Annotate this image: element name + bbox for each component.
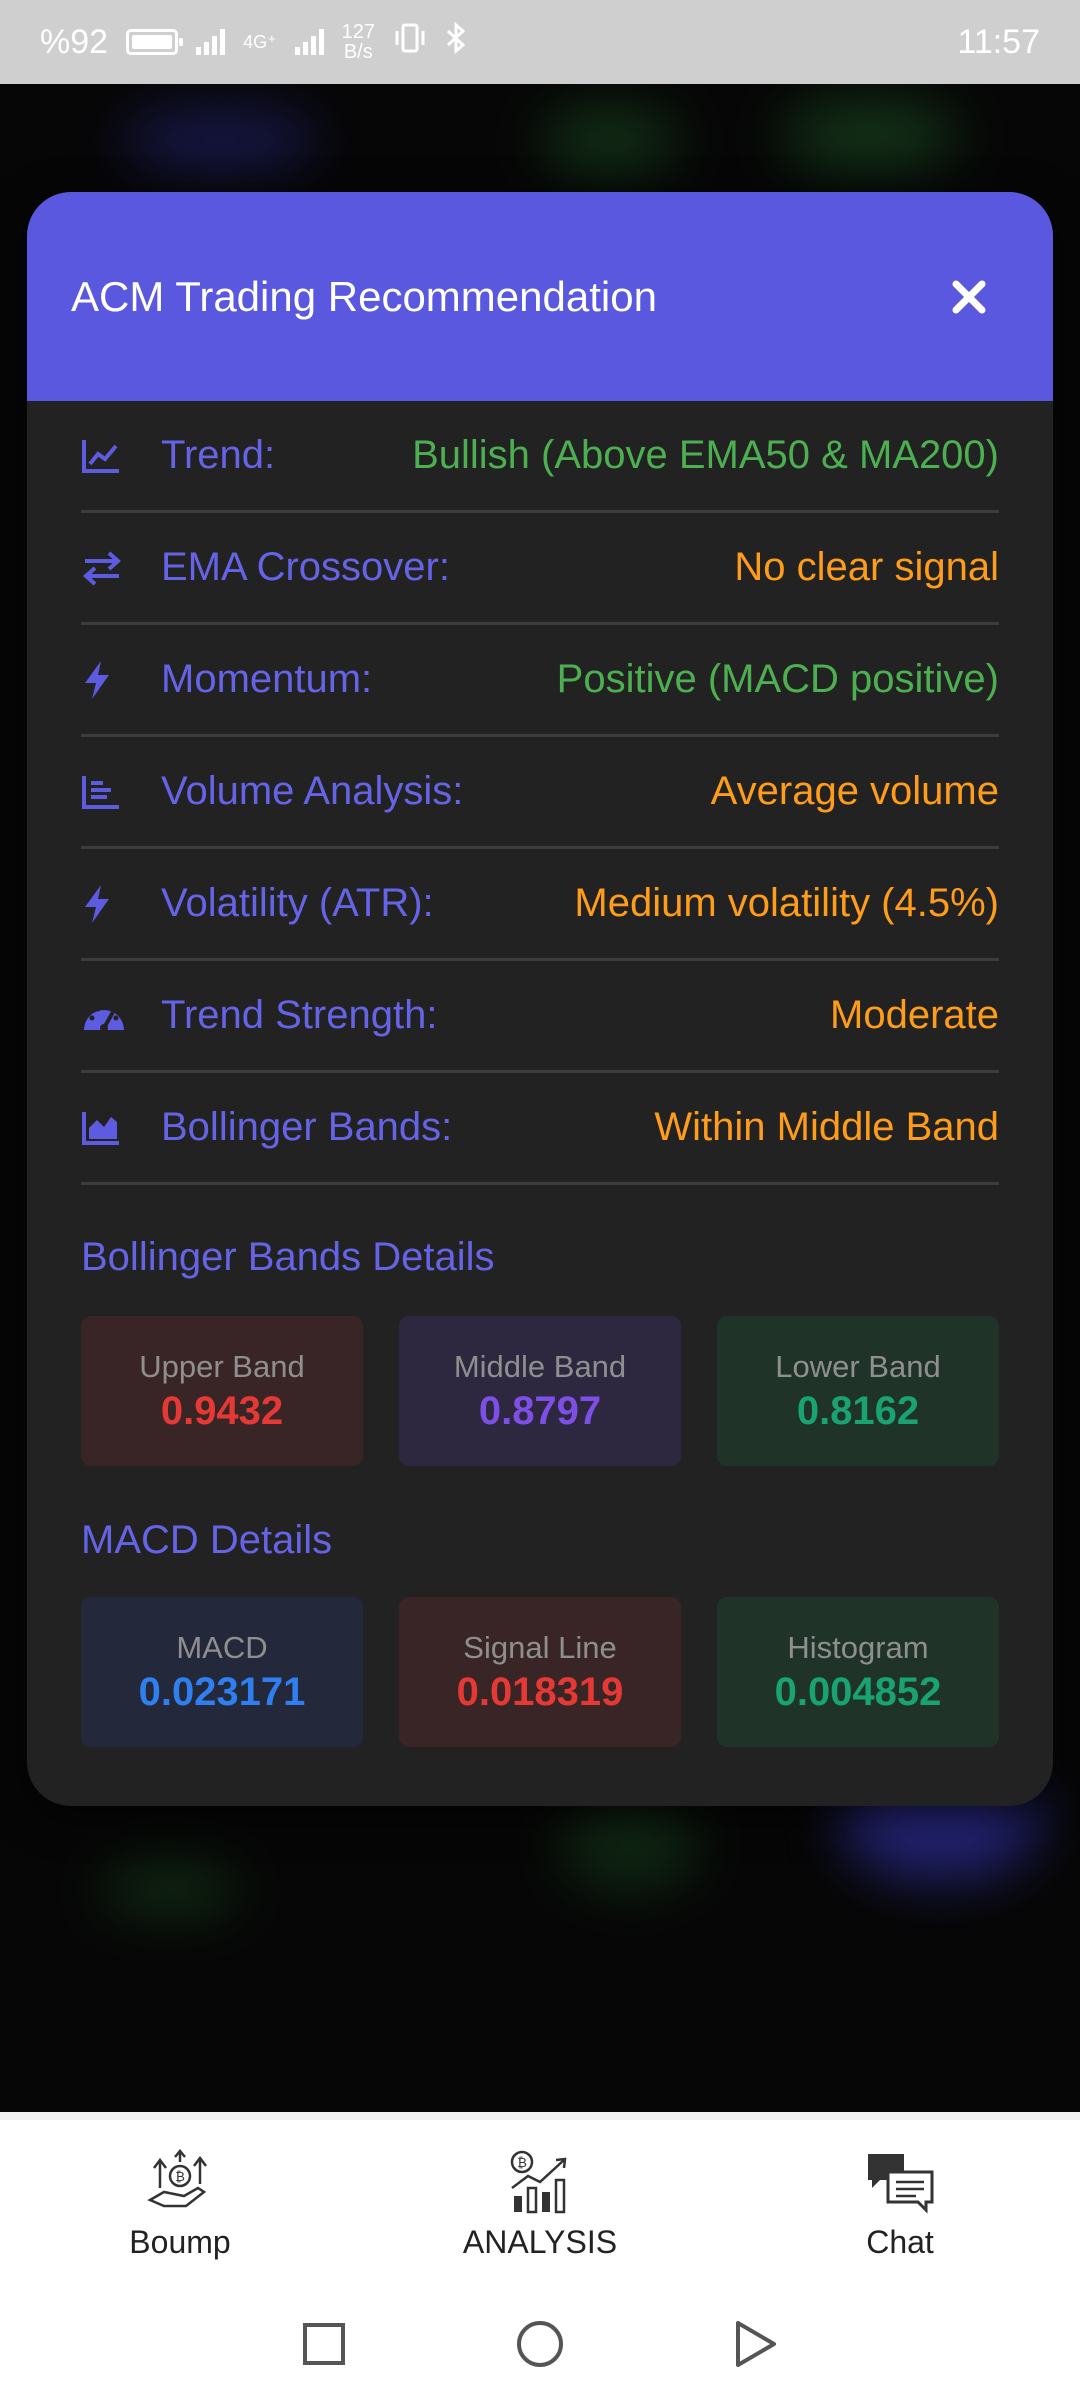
bolt-icon — [81, 884, 161, 924]
row-value: Positive (MACD positive) — [556, 657, 999, 701]
background-blur — [100, 1870, 240, 1910]
row-value: Moderate — [830, 993, 999, 1037]
row-label: Volatility (ATR): — [161, 881, 434, 925]
background-blur — [120, 110, 320, 170]
screen: %92 4G⁺ 127 B/s 11:57 ACM Trading Recomm… — [0, 0, 1080, 2400]
back-button[interactable] — [728, 2316, 784, 2372]
nav-label: Boump — [129, 2223, 231, 2260]
gauge-icon — [81, 998, 161, 1034]
bottom-navigation: ₿ Boump ₿ ANALYSIS Chat — [0, 2112, 1080, 2288]
bitcoin-growth-chart-icon: ₿ — [510, 2150, 567, 2213]
status-bar: %92 4G⁺ 127 B/s 11:57 — [0, 0, 1080, 84]
row-trend-strength: Trend Strength: Moderate — [81, 961, 999, 1073]
card-value: 0.004852 — [774, 1669, 942, 1714]
card-value: 0.8797 — [478, 1388, 602, 1433]
row-volatility: Volatility (ATR): Medium volatility (4.5… — [81, 849, 999, 961]
chart-line-icon — [81, 438, 161, 474]
upper-band-card: Upper Band 0.9432 — [81, 1316, 363, 1466]
modal-header: ACM Trading Recommendation — [27, 192, 1053, 401]
macd-card: MACD 0.023171 — [81, 1597, 363, 1747]
network-type: 4G⁺ — [243, 31, 277, 52]
bolt-icon — [81, 660, 161, 700]
circle-icon — [517, 2321, 563, 2367]
macd-cards: MACD 0.023171 Signal Line 0.018319 Histo… — [27, 1597, 1053, 1747]
close-button[interactable] — [929, 257, 1009, 337]
card-value: 0.023171 — [138, 1669, 306, 1714]
row-ema-crossover: EMA Crossover: No clear signal — [81, 513, 999, 625]
row-value: Within Middle Band — [654, 1105, 999, 1149]
svg-text:₿: ₿ — [175, 2170, 185, 2185]
macd-details-title: MACD Details — [81, 1518, 333, 1562]
card-label: Histogram — [787, 1629, 929, 1665]
modal-title: ACM Trading Recommendation — [71, 272, 657, 320]
background-blur — [780, 100, 960, 170]
exchange-arrows-icon — [81, 550, 161, 586]
row-value: Average volume — [710, 769, 999, 813]
card-label: MACD — [176, 1629, 268, 1665]
close-icon — [952, 280, 986, 313]
signal-icon — [196, 29, 226, 55]
chat-bubbles-icon — [868, 2153, 934, 2214]
nav-label: Chat — [866, 2223, 934, 2260]
nav-label: ANALYSIS — [462, 2223, 618, 2260]
signal-line-card: Signal Line 0.018319 — [399, 1597, 681, 1747]
middle-band-card: Middle Band 0.8797 — [399, 1316, 681, 1466]
row-value: No clear signal — [734, 545, 999, 589]
card-label: Lower Band — [775, 1348, 941, 1384]
network-speed-unit: B/s — [343, 41, 373, 63]
recommendation-modal: ACM Trading Recommendation Trend: Bullis… — [27, 192, 1053, 1806]
nav-item-boump[interactable]: ₿ Boump — [0, 2120, 360, 2288]
svg-text:₿: ₿ — [517, 2156, 527, 2171]
square-icon — [303, 2323, 345, 2365]
vibrate-icon — [393, 23, 427, 62]
row-label: Trend: — [161, 433, 276, 477]
row-label: Trend Strength: — [161, 993, 438, 1037]
status-time: 11:57 — [957, 22, 1040, 61]
bar-chart-icon — [81, 774, 161, 810]
home-button[interactable] — [512, 2316, 568, 2372]
background-blur — [560, 1800, 700, 1890]
nav-item-chat[interactable]: Chat — [720, 2120, 1080, 2288]
row-label: Momentum: — [161, 657, 373, 701]
triangle-icon — [736, 2321, 776, 2367]
row-trend: Trend: Bullish (Above EMA50 & MA200) — [81, 401, 999, 513]
network-speed: 127 B/s — [342, 22, 375, 62]
row-value: Bullish (Above EMA50 & MA200) — [412, 433, 999, 477]
row-volume-analysis: Volume Analysis: Average volume — [81, 737, 999, 849]
row-label: Bollinger Bands: — [161, 1105, 453, 1149]
bollinger-cards: Upper Band 0.9432 Middle Band 0.8797 Low… — [27, 1316, 1053, 1466]
signal-icon — [294, 29, 324, 55]
card-value: 0.018319 — [456, 1669, 624, 1714]
network-speed-value: 127 — [341, 21, 375, 43]
indicator-list: Trend: Bullish (Above EMA50 & MA200) EMA… — [27, 401, 1053, 1185]
row-momentum: Momentum: Positive (MACD positive) — [81, 625, 999, 737]
histogram-card: Histogram 0.004852 — [717, 1597, 999, 1747]
system-navigation — [0, 2288, 1080, 2400]
row-label: EMA Crossover: — [161, 545, 450, 589]
bollinger-details-title: Bollinger Bands Details — [81, 1235, 495, 1279]
nav-item-analysis[interactable]: ₿ ANALYSIS — [360, 2120, 720, 2288]
card-label: Middle Band — [453, 1348, 627, 1384]
card-value: 0.9432 — [160, 1388, 284, 1433]
background-blur — [540, 110, 680, 170]
bitcoin-hand-icon: ₿ — [147, 2148, 207, 2207]
recents-button[interactable] — [296, 2316, 352, 2372]
card-label: Upper Band — [139, 1348, 305, 1384]
row-label: Volume Analysis: — [161, 769, 464, 813]
card-value: 0.8162 — [796, 1388, 920, 1433]
area-chart-icon — [81, 1110, 161, 1146]
bluetooth-icon — [445, 21, 467, 63]
lower-band-card: Lower Band 0.8162 — [717, 1316, 999, 1466]
row-value: Medium volatility (4.5%) — [574, 881, 999, 925]
row-bollinger-bands: Bollinger Bands: Within Middle Band — [81, 1073, 999, 1185]
battery-percent: %92 — [40, 22, 109, 61]
battery-icon — [126, 29, 184, 55]
card-label: Signal Line — [463, 1629, 617, 1665]
